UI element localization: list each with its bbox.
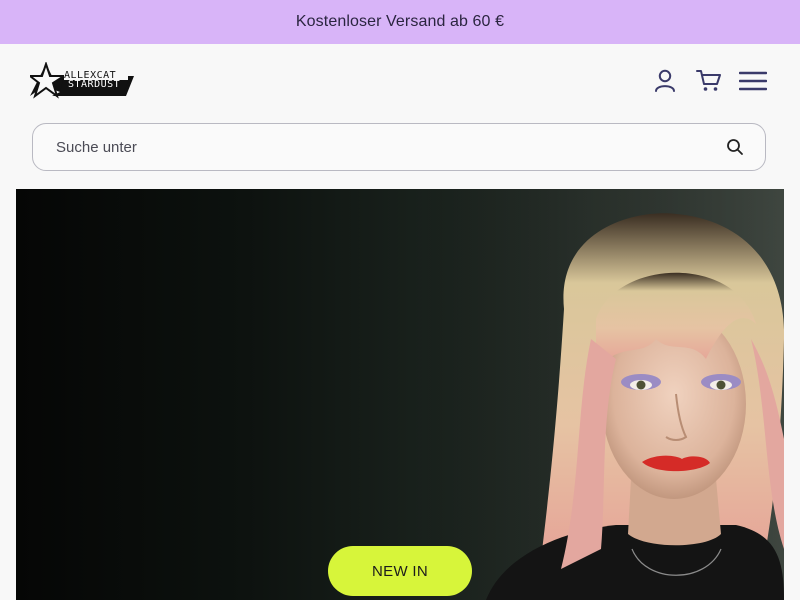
cart-icon (696, 70, 721, 91)
search-bar (32, 123, 766, 171)
user-icon (655, 69, 675, 92)
search-icon (727, 139, 743, 155)
hero-banner[interactable]: NEW IN (16, 189, 784, 600)
cart-button[interactable] (694, 66, 724, 96)
hamburger-menu-icon (739, 71, 767, 91)
promo-banner: Kostenloser Versand ab 60 € (0, 0, 800, 44)
brand-logo[interactable]: ALLEXCAT STARDUST (30, 62, 134, 100)
site-header: ALLEXCAT STARDUST (0, 44, 800, 120)
header-actions (650, 66, 768, 96)
account-button[interactable] (650, 66, 680, 96)
search-button[interactable] (705, 124, 765, 170)
promo-text: Kostenloser Versand ab 60 € (295, 13, 505, 30)
search-input[interactable] (33, 124, 705, 170)
new-in-button[interactable]: NEW IN (328, 546, 472, 596)
logo-wordmark: ALLEXCAT STARDUST (64, 71, 132, 90)
hero-model-image (416, 189, 784, 600)
logo-line-2: STARDUST (68, 79, 121, 90)
menu-button[interactable] (738, 66, 768, 96)
